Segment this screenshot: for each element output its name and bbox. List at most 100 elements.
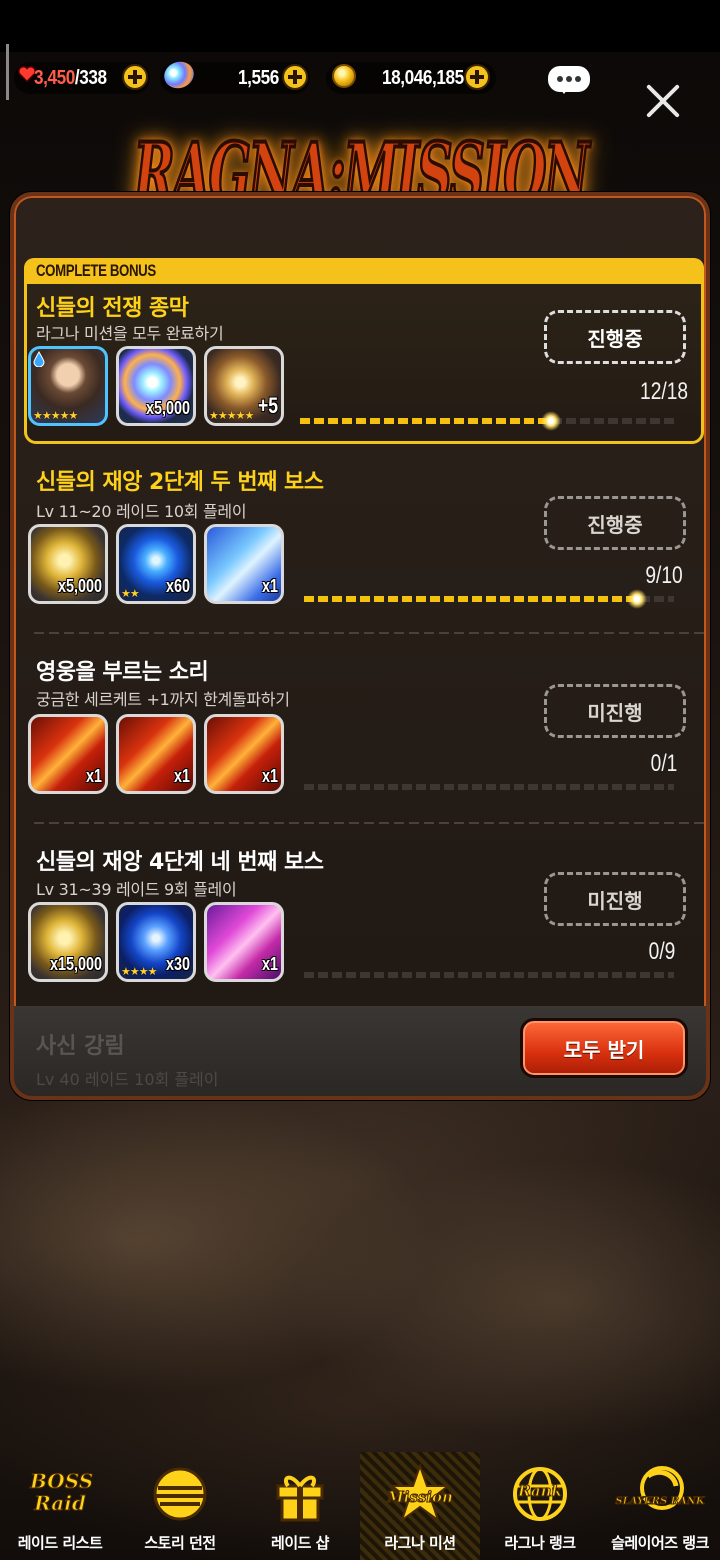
mission-subtitle: Lv 11~20 레이드 10회 플레이: [36, 502, 247, 521]
mission-rewards: x15,000 x30 ★★★★ x1: [28, 902, 284, 982]
complete-bonus-label: COMPLETE BONUS: [36, 261, 156, 280]
reward-qty: +5: [257, 393, 278, 418]
reward-qty: x5,000: [145, 398, 190, 418]
nav-label: 슬레이어즈 랭크: [611, 1534, 709, 1552]
reward-qty: x1: [261, 954, 278, 974]
mission-progress-count: 0/1: [650, 750, 678, 777]
reward-gold-equipment[interactable]: +5 ★★★★★: [204, 346, 284, 426]
nav-label: 스토리 던전: [144, 1534, 216, 1552]
nav-slayers-rank[interactable]: SLAYERS RANK 슬레이어즈 랭크: [600, 1452, 720, 1560]
chat-icon[interactable]: [548, 66, 590, 94]
add-gold-button[interactable]: [464, 64, 490, 90]
stamina-max: /338: [74, 66, 107, 89]
reward-qty: x1: [173, 766, 190, 786]
story-dungeon-icon: [153, 1467, 207, 1521]
bonus-rewards: ★★★★★ x5,000 +5 ★★★★★: [28, 346, 284, 426]
nav-ragna-rank[interactable]: Rank 라그나 랭크: [480, 1452, 600, 1560]
mission-status-button[interactable]: 미진행: [544, 684, 686, 738]
mission-status-button[interactable]: 진행중: [544, 496, 686, 550]
gem-value: 1,556: [238, 66, 279, 89]
bonus-subtitle: 라그나 미션을 모두 완료하기: [36, 324, 224, 343]
bonus-progress-count: 12/18: [640, 378, 689, 405]
nav-label: 라그나 미션: [384, 1534, 456, 1552]
nav-ragna-mission[interactable]: Mission 라그나 미션: [360, 1452, 480, 1560]
nav-label: 라그나 랭크: [504, 1534, 576, 1552]
slayers-rank-logo: SLAYERS RANK: [615, 1496, 705, 1508]
reward-qty: x5,000: [57, 576, 102, 596]
water-element-icon: [33, 351, 45, 367]
mission-progress-bar: [304, 589, 674, 609]
gold-coin-icon: [332, 64, 356, 88]
progress-fill: [300, 418, 551, 424]
mission-logo: Mission: [387, 1488, 454, 1507]
nav-label: 레이드 샵: [271, 1534, 329, 1552]
reward-hero-portrait[interactable]: ★★★★★: [28, 346, 108, 426]
gift-box-icon: [276, 1475, 324, 1522]
reward-stars: ★★: [121, 587, 140, 600]
reward-qty: x1: [261, 766, 278, 786]
mission-divider: [34, 822, 704, 824]
reward-gold-medal[interactable]: x15,000: [28, 902, 108, 982]
reward-blue-diamond[interactable]: x30 ★★★★: [116, 902, 196, 982]
reward-rainbow-gem[interactable]: x5,000: [116, 346, 196, 426]
add-stamina-button[interactable]: [122, 64, 148, 90]
mission-subtitle: 궁금한 세르케트 +1까지 한계돌파하기: [36, 690, 290, 709]
gold-value-wrap: 18,046,185: [382, 60, 477, 96]
claim-all-button[interactable]: 모두 받기: [520, 1018, 688, 1078]
reward-qty: x30: [165, 954, 190, 974]
bonus-title: 신들의 전쟁 종막: [36, 296, 189, 321]
nav-label: 레이드 리스트: [17, 1534, 103, 1552]
reward-red-5star-ticket[interactable]: x1: [116, 714, 196, 794]
faded-mission-title: 사신 강림: [36, 1034, 125, 1059]
rank-logo: Rank: [518, 1482, 563, 1501]
close-button[interactable]: [640, 78, 686, 124]
progress-fill: [304, 596, 637, 602]
gold-value: 18,046,185: [382, 66, 464, 89]
reward-blue-crystal[interactable]: x60 ★★: [116, 524, 196, 604]
mission-progress-bar: [304, 972, 674, 978]
reward-qty: x1: [85, 766, 102, 786]
edge-line: [6, 44, 9, 100]
mission-divider: [34, 632, 704, 634]
reward-qty: x15,000: [49, 954, 102, 974]
bottom-nav: BOSS Raid 레이드 리스트 스토리 던전 레이드 샵 Mission 라…: [0, 1452, 720, 1560]
nav-raid-list[interactable]: BOSS Raid 레이드 리스트: [0, 1452, 120, 1560]
mission-panel: COMPLETE BONUS 신들의 전쟁 종막 라그나 미션을 모두 완료하기…: [10, 192, 710, 1100]
mission-title: 신들의 재앙 4단계 네 번째 보스: [36, 850, 324, 875]
nav-raid-shop[interactable]: 레이드 샵: [240, 1452, 360, 1560]
reward-blue-ticket[interactable]: x1: [204, 524, 284, 604]
progress-spark: [541, 411, 561, 431]
reward-red-5star-ticket[interactable]: x1: [204, 714, 284, 794]
add-gems-button[interactable]: [282, 64, 308, 90]
reward-stars: ★★★★: [121, 965, 157, 978]
reward-pink-ticket[interactable]: x1: [204, 902, 284, 982]
reward-stars: ★★★★★: [33, 409, 78, 422]
reward-red-5star-ticket[interactable]: x1: [28, 714, 108, 794]
resource-bar: 3,450/338 1,556 18,046,185: [0, 44, 720, 100]
slayers-rank-icon: [640, 1466, 684, 1510]
reward-qty: x1: [261, 576, 278, 596]
mission-rewards: x1 x1 x1: [28, 714, 284, 794]
reward-gold-medal[interactable]: x5,000: [28, 524, 108, 604]
mission-title: 신들의 재앙 2단계 두 번째 보스: [36, 470, 324, 495]
stamina-value: 3,450/338: [34, 60, 119, 96]
mission-progress-count: 0/9: [648, 938, 676, 965]
mission-progress-bar: [304, 784, 674, 790]
gem-value-wrap: 1,556: [238, 60, 286, 96]
progress-spark: [627, 589, 647, 609]
complete-bonus-tab: COMPLETE BONUS: [24, 258, 704, 284]
reward-qty: x60: [165, 576, 190, 596]
bonus-progress-bar: [300, 411, 676, 431]
mission-rewards: x5,000 x60 ★★ x1: [28, 524, 284, 604]
nav-story-dungeon[interactable]: 스토리 던전: [120, 1452, 240, 1560]
boss-raid-logo: BOSS Raid: [30, 1469, 94, 1515]
mission-title: 영웅을 부르는 소리: [36, 660, 209, 685]
mission-subtitle: Lv 31~39 레이드 9회 플레이: [36, 880, 237, 899]
faded-mission-subtitle: Lv 40 레이드 10회 플레이: [36, 1070, 219, 1089]
bonus-status-button[interactable]: 진행중: [544, 310, 686, 364]
status-bar: [0, 0, 720, 52]
reward-stars: ★★★★★: [209, 409, 254, 422]
stamina-current: 3,450: [34, 66, 75, 89]
boss-raid-icon: BOSS Raid: [30, 1464, 94, 1524]
mission-status-button[interactable]: 미진행: [544, 872, 686, 926]
